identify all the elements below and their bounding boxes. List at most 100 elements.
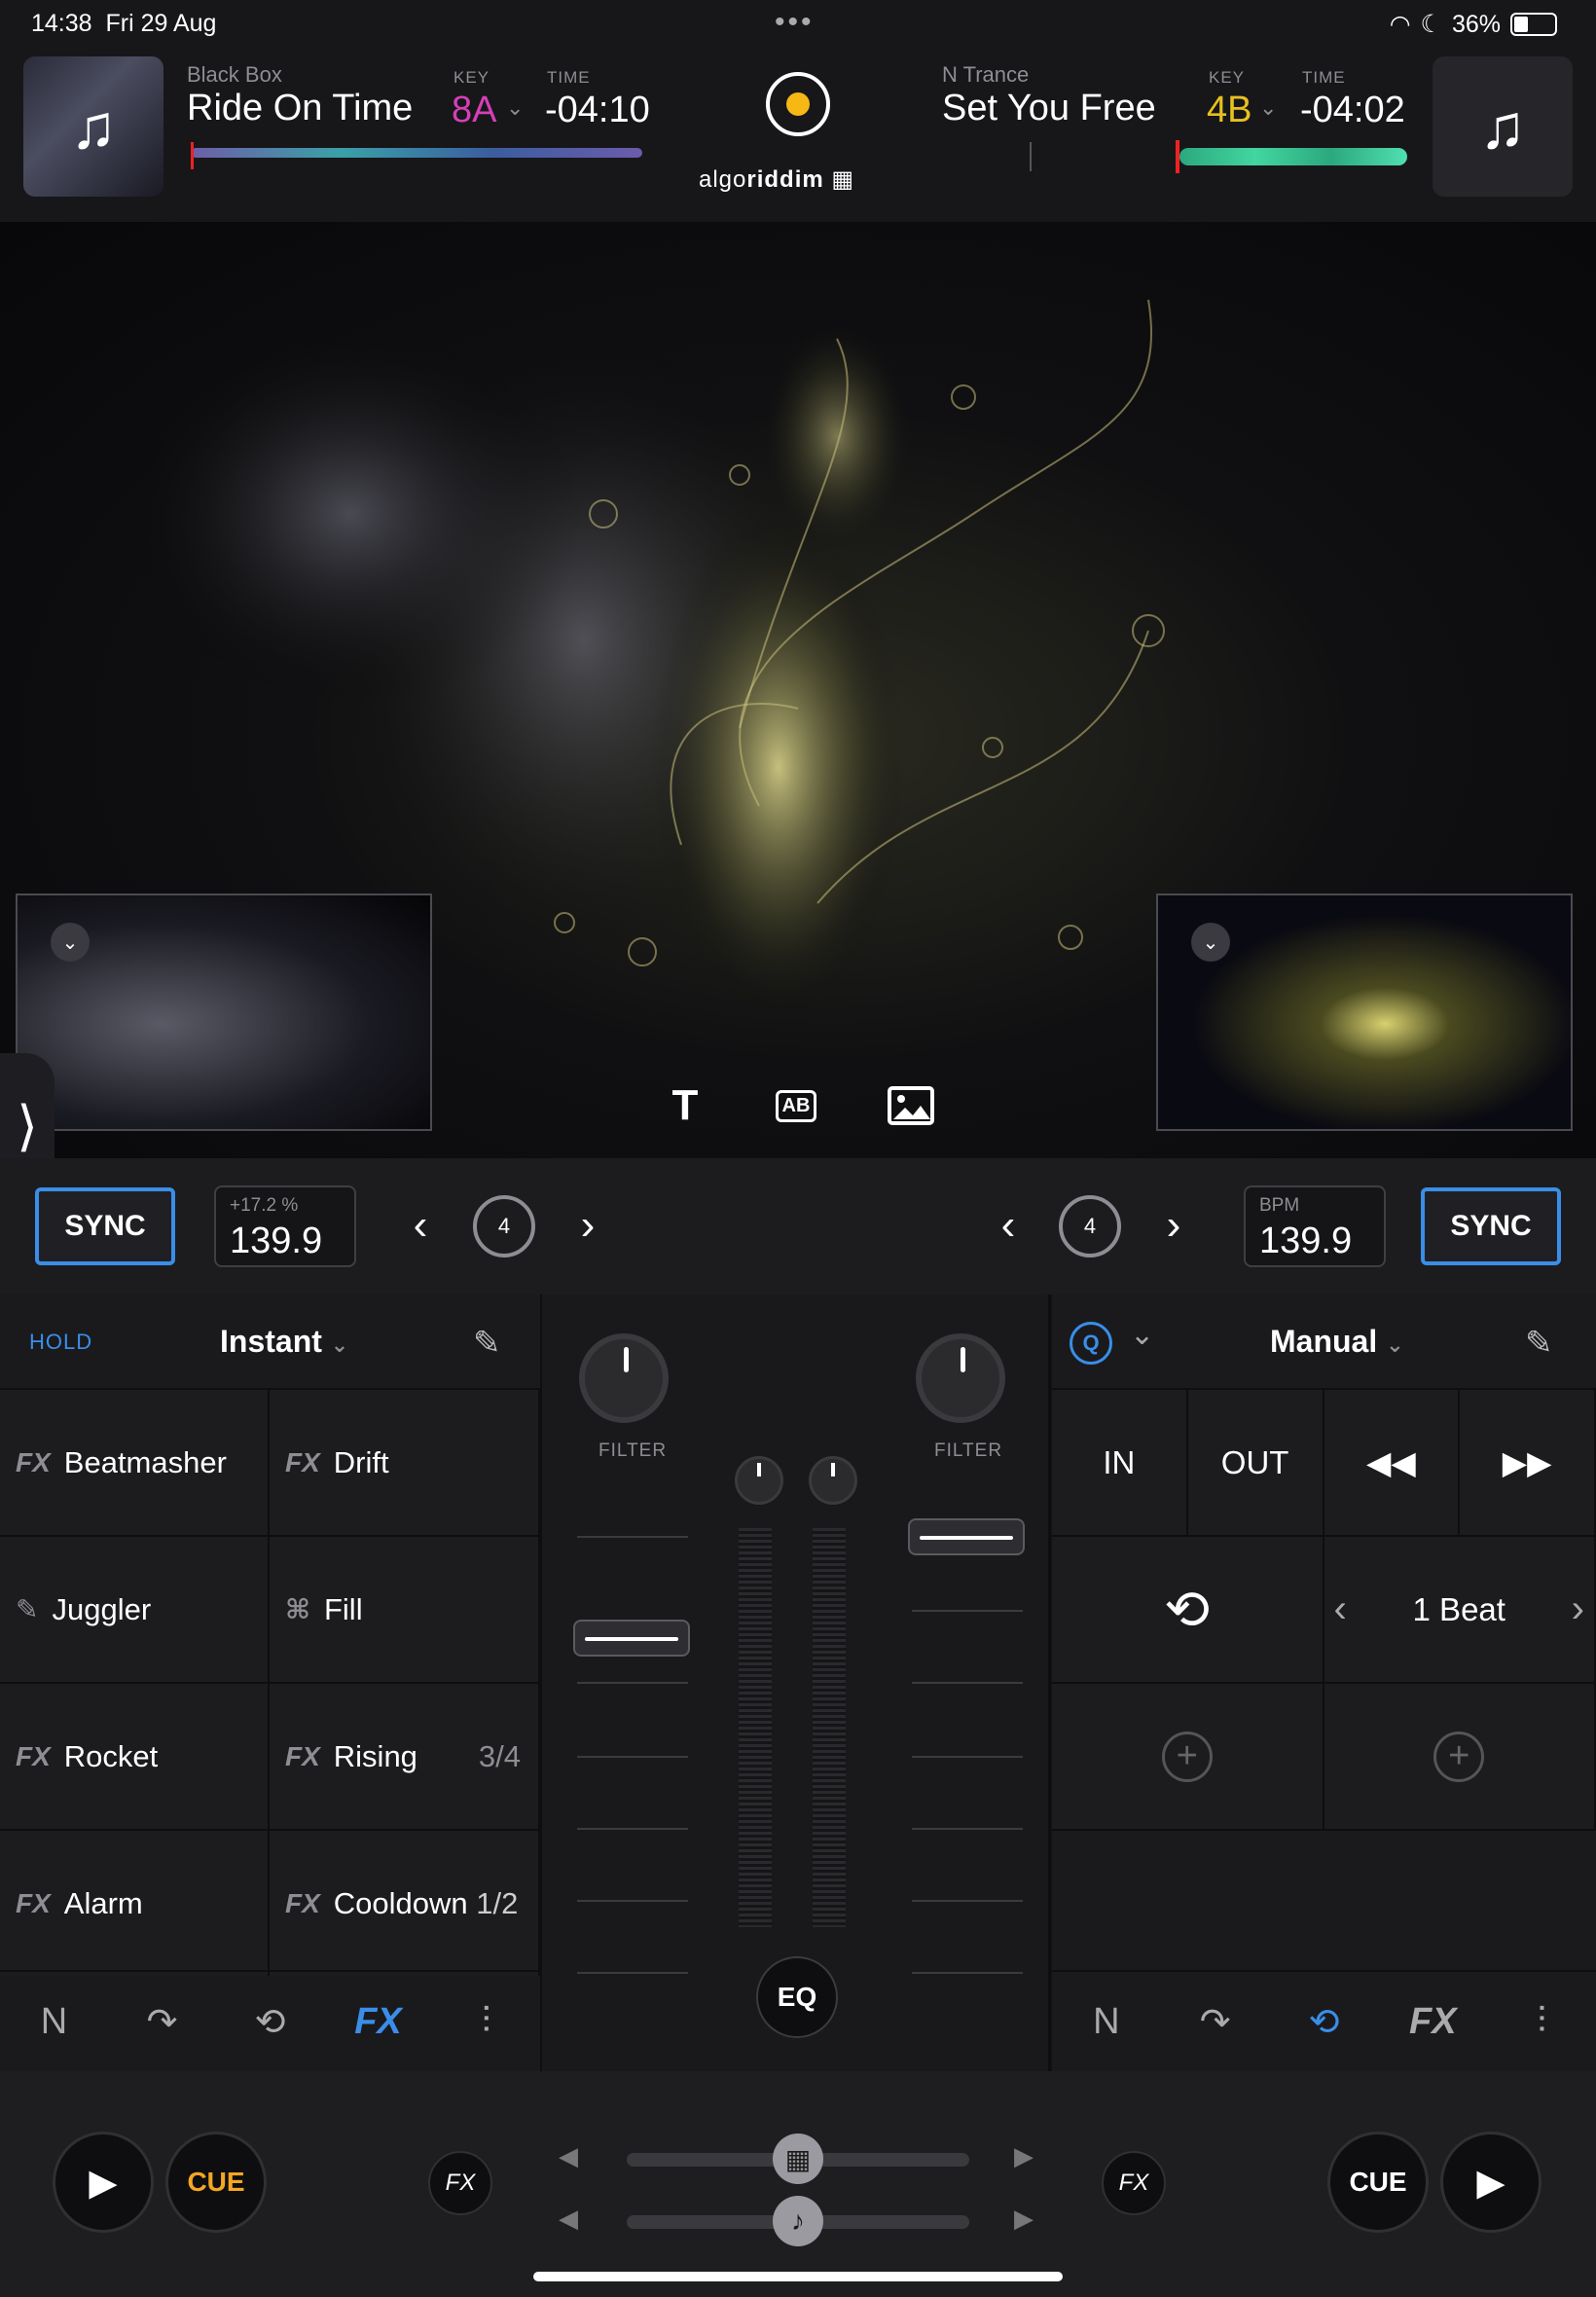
right-gain-knob[interactable] — [809, 1456, 857, 1505]
fast-forward-icon[interactable]: ▶▶ — [1460, 1388, 1596, 1535]
hold-button[interactable]: HOLD — [29, 1330, 92, 1355]
fx-pad-fill[interactable]: ⌘ Fill — [270, 1535, 540, 1682]
chevron-left-icon[interactable]: ◀ — [559, 2141, 578, 2171]
multitask-dots-icon[interactable]: ••• — [775, 6, 815, 39]
left-cue-button[interactable]: CUE — [165, 2132, 267, 2233]
left-video-preview[interactable]: ⌄ — [16, 893, 432, 1131]
redo-arrow-icon[interactable]: ↷ — [1186, 2000, 1245, 2044]
chevron-down-icon[interactable]: ⌄ — [506, 95, 524, 121]
fx-pad-juggler[interactable]: ✎ Juggler — [0, 1535, 270, 1682]
right-sync-button[interactable]: SYNC — [1421, 1187, 1561, 1265]
n-logo-icon[interactable]: N — [25, 2001, 84, 2043]
rewind-icon[interactable]: ◀◀ — [1324, 1388, 1461, 1535]
chevron-down-icon[interactable]: ⌄ — [1191, 923, 1230, 962]
left-loop-halve-icon[interactable]: ‹ — [401, 1201, 440, 1250]
loop-tab-icon[interactable]: ⟲ — [1294, 2000, 1353, 2044]
saved-loops-row: + + — [1052, 1682, 1596, 1829]
right-bpm-label: BPM — [1259, 1195, 1300, 1216]
left-playhead — [191, 142, 194, 169]
loop-out-button[interactable]: OUT — [1187, 1388, 1324, 1535]
bottom-transport: ▶ CUE FX ◀ ▦ ▶ ◀ ♪ ▶ FX CUE ▶ — [0, 2071, 1596, 2297]
edit-pencil-icon[interactable]: ✎ — [1525, 1324, 1553, 1363]
chevron-down-icon[interactable]: ⌄ — [1130, 1318, 1154, 1352]
left-deck-artwork[interactable]: ♫ — [23, 56, 163, 197]
grid-icon: ▦ — [831, 166, 855, 193]
empty-row — [1052, 1829, 1596, 1970]
add-loop-slot-2[interactable]: + — [1324, 1682, 1596, 1829]
right-key-value[interactable]: 4B — [1207, 90, 1251, 131]
left-fx-button[interactable]: FX — [428, 2151, 492, 2215]
beat-length-selector[interactable]: ‹ 1 Beat › — [1324, 1535, 1596, 1682]
fx-pad-drift[interactable]: FX Drift — [270, 1388, 540, 1535]
right-waveform-overview[interactable] — [1179, 148, 1407, 165]
video-output[interactable]: ⌄ ⌄ T AB — [0, 222, 1596, 1158]
edit-pencil-icon[interactable]: ✎ — [473, 1324, 501, 1363]
fx-pad-rocket[interactable]: FX Rocket — [0, 1682, 270, 1829]
fx-tab-icon[interactable]: FX — [1403, 2001, 1462, 2043]
chevron-down-icon[interactable]: ⌄ — [51, 923, 90, 962]
fx-mode-select[interactable]: Instant ⌄ — [220, 1324, 348, 1360]
wifi-icon: ◠ — [1389, 11, 1411, 38]
fx-pad-rising[interactable]: FX Rising 3/4 — [270, 1682, 540, 1829]
right-marker — [1030, 142, 1032, 171]
right-fx-button[interactable]: FX — [1102, 2151, 1166, 2215]
app-logo-icon[interactable] — [766, 72, 830, 136]
audio-crossfader-icon[interactable]: ♪ — [773, 2196, 823, 2246]
transport-row: SYNC +17.2 % 139.9 ‹ 4 › ‹ 4 › BPM 139.9… — [0, 1158, 1596, 1294]
left-loop-double-icon[interactable]: › — [568, 1201, 607, 1250]
video-crossfader-icon[interactable]: ▦ — [773, 2133, 823, 2184]
right-video-preview[interactable]: ⌄ — [1156, 893, 1573, 1131]
left-fx-panel: HOLD Instant ⌄ ✎ FX Beatmasher FX Drift ✎ J… — [0, 1294, 540, 2071]
text-overlay-icon[interactable]: T — [658, 1078, 712, 1133]
left-gain-knob[interactable] — [735, 1456, 783, 1505]
fx-pad-alarm[interactable]: FX Alarm — [0, 1829, 270, 1976]
right-bpm-display[interactable]: BPM 139.9 — [1244, 1185, 1386, 1267]
quantize-button[interactable]: Q — [1070, 1322, 1112, 1365]
loop-icon: ⟲ — [1164, 1578, 1211, 1640]
loop-icon[interactable]: ⟲ — [241, 2000, 300, 2044]
left-key-value[interactable]: 8A — [452, 90, 496, 131]
transition-ab-icon[interactable]: AB — [769, 1078, 823, 1133]
mixer-sliders-icon[interactable]: ⫶ — [1512, 2001, 1571, 2043]
right-channel-fader[interactable] — [908, 1518, 1025, 1555]
n-logo-icon[interactable]: N — [1077, 2001, 1136, 2043]
eq-button[interactable]: EQ — [756, 1956, 838, 2038]
loop-toggle-button[interactable]: ⟲ — [1052, 1535, 1324, 1682]
right-deck-artwork[interactable]: ♫ — [1433, 56, 1573, 197]
right-time-label: TIME — [1302, 68, 1346, 87]
left-sync-button[interactable]: SYNC — [35, 1187, 175, 1265]
add-loop-slot-1[interactable]: + — [1052, 1682, 1324, 1829]
chevron-left-icon[interactable]: ‹ — [1334, 1587, 1347, 1631]
loop-in-button[interactable]: IN — [1052, 1388, 1188, 1535]
left-key-label: KEY — [453, 68, 490, 87]
right-loop-halve-icon[interactable]: ‹ — [989, 1201, 1028, 1250]
left-filter-knob[interactable] — [579, 1333, 669, 1423]
chevron-down-icon[interactable]: ⌄ — [1259, 95, 1277, 121]
chevron-right-icon[interactable]: ▶ — [1014, 2141, 1034, 2171]
battery-percent: 36% — [1451, 10, 1501, 38]
left-pitch-percent: +17.2 % — [230, 1195, 299, 1216]
right-filter-knob[interactable] — [916, 1333, 1005, 1423]
right-panel-nav: N ↷ ⟲ FX ⫶ — [1052, 1970, 1596, 2071]
loop-mode-select[interactable]: Manual ⌄ — [1270, 1324, 1404, 1360]
right-play-button[interactable]: ▶ — [1440, 2132, 1542, 2233]
chevron-left-icon[interactable]: ◀ — [559, 2204, 578, 2234]
fx-pad-cooldown[interactable]: FX Cooldown 1/2 — [270, 1829, 540, 1976]
fx-pad-beatmasher[interactable]: FX Beatmasher — [0, 1388, 270, 1535]
fx-tab-icon[interactable]: FX — [349, 2001, 408, 2043]
left-waveform-overview[interactable] — [191, 148, 642, 158]
mixer-sliders-icon[interactable]: ⫶ — [457, 2001, 516, 2043]
image-overlay-icon[interactable] — [884, 1078, 938, 1133]
right-loop-double-icon[interactable]: › — [1154, 1201, 1193, 1250]
right-cue-button[interactable]: CUE — [1327, 2132, 1429, 2233]
chevron-right-icon[interactable]: ▶ — [1014, 2204, 1034, 2234]
home-indicator[interactable] — [533, 2272, 1063, 2281]
redo-arrow-icon[interactable]: ↷ — [133, 2000, 192, 2044]
left-play-button[interactable]: ▶ — [53, 2132, 154, 2233]
left-bpm-display[interactable]: +17.2 % 139.9 — [214, 1185, 356, 1267]
right-loop-size-button[interactable]: 4 — [1059, 1195, 1121, 1258]
chevron-right-icon[interactable]: › — [1572, 1587, 1584, 1631]
status-right: ◠ ☾ 36% — [1390, 10, 1557, 39]
left-channel-fader[interactable] — [573, 1620, 690, 1657]
left-loop-size-button[interactable]: 4 — [473, 1195, 535, 1258]
